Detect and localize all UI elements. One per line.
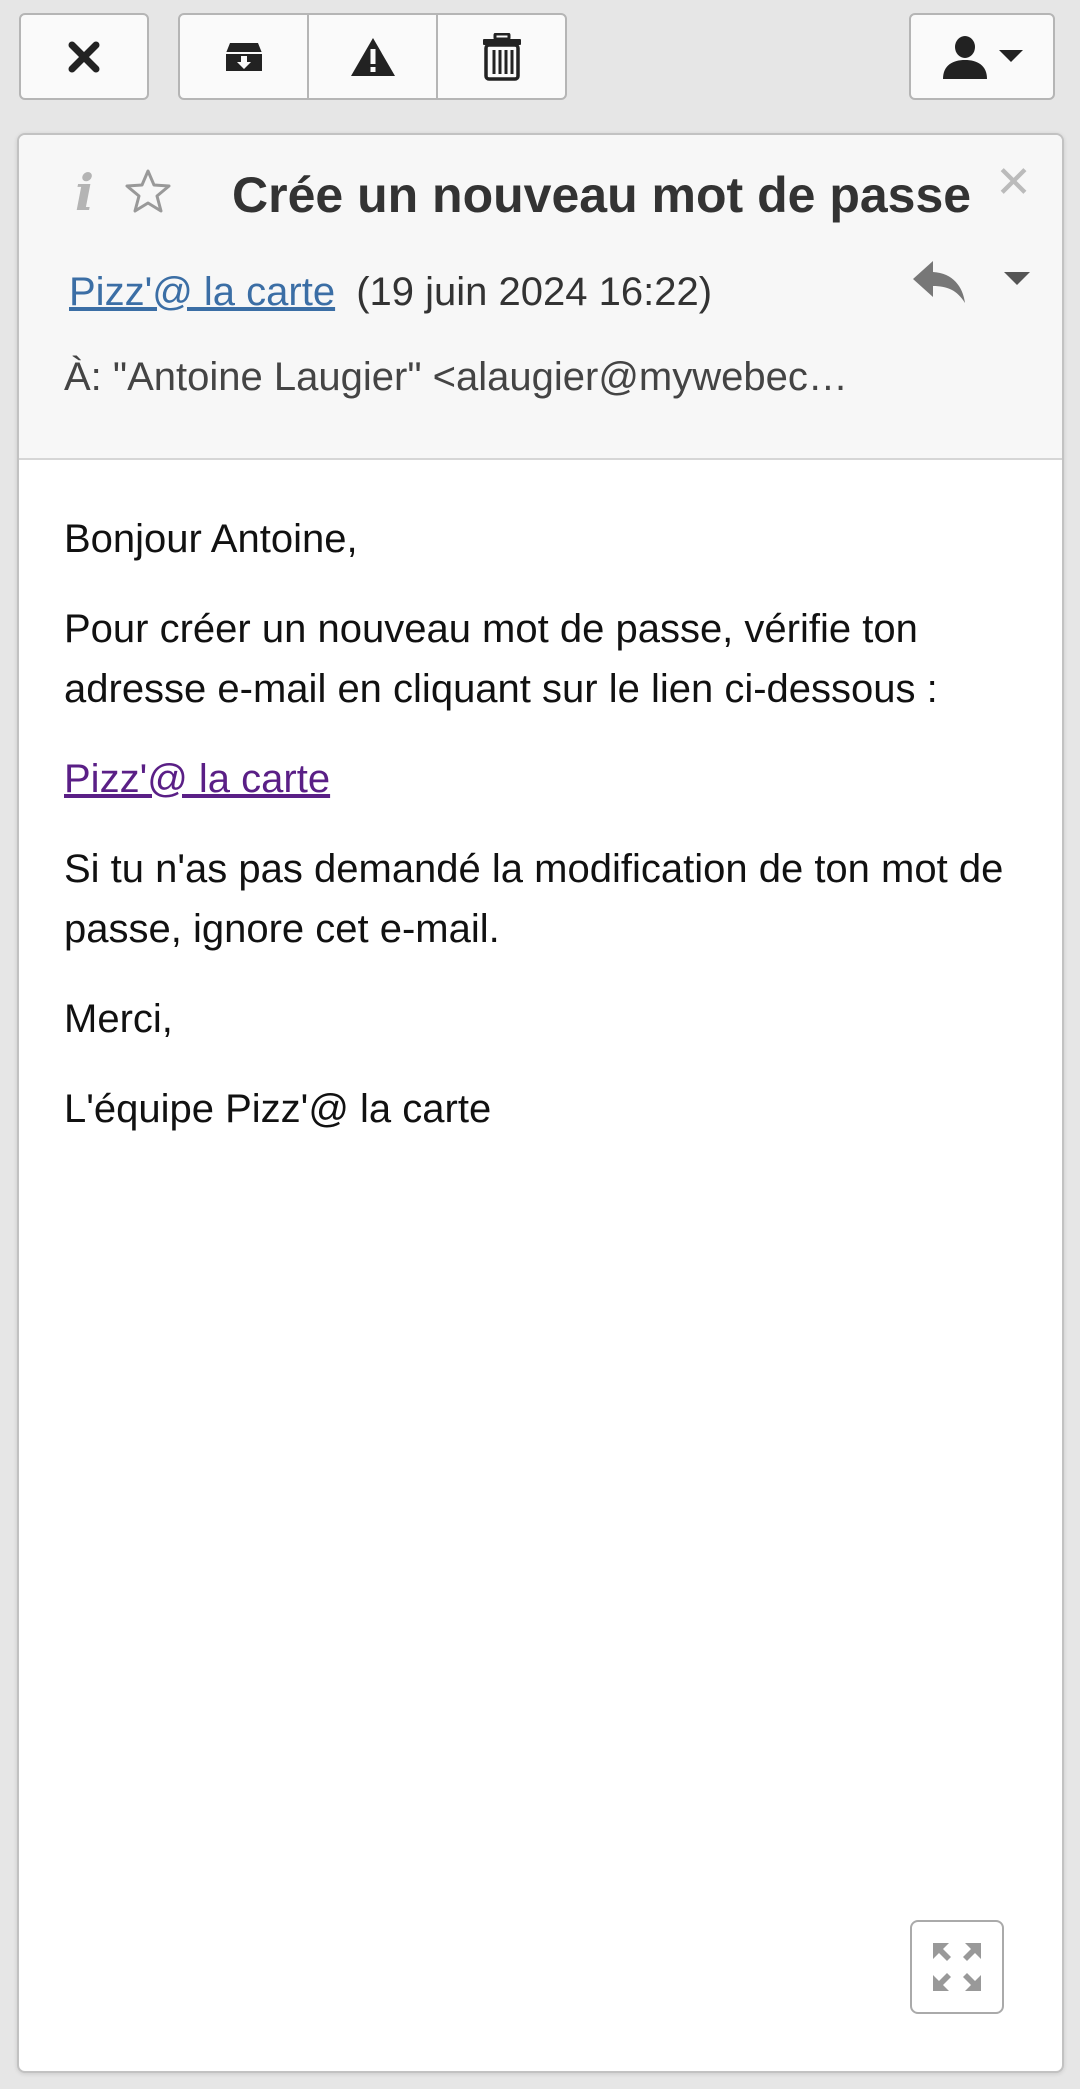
archive-button[interactable] xyxy=(180,15,309,98)
greeting: Bonjour Antoine, xyxy=(64,517,358,561)
close-button[interactable] xyxy=(19,13,149,100)
trash-icon xyxy=(482,32,521,81)
close-icon xyxy=(68,41,100,72)
star-icon[interactable] xyxy=(123,167,173,217)
more-options-icon[interactable] xyxy=(1004,272,1030,285)
close-message-icon[interactable]: ✕ xyxy=(995,157,1032,208)
warning-icon xyxy=(350,37,395,76)
closing: Merci, xyxy=(64,997,173,1041)
body-paragraph: Pour créer un nouveau mot de passe, véri… xyxy=(64,607,938,711)
message-subject: Crée un nouveau mot de passe xyxy=(232,167,972,223)
fullscreen-button[interactable] xyxy=(910,1920,1004,2014)
recipient-line: À: "Antoine Laugier" <alaugier@mywebec… xyxy=(64,355,848,399)
message-panel: i Crée un nouveau mot de passe ✕ Pizz'@ … xyxy=(17,133,1064,2073)
sender-link[interactable]: Pizz'@ la carte xyxy=(69,270,335,314)
message-body: Bonjour Antoine, Pour créer un nouveau m… xyxy=(64,509,1034,1169)
signature: L'équipe Pizz'@ la carte xyxy=(64,1087,492,1131)
account-menu-button[interactable] xyxy=(909,13,1055,100)
sender-line: Pizz'@ la carte (19 juin 2024 16:22) xyxy=(69,270,712,315)
verification-link[interactable]: Pizz'@ la carte xyxy=(64,757,330,801)
message-header: i Crée un nouveau mot de passe ✕ Pizz'@ … xyxy=(19,135,1062,460)
reply-icon[interactable] xyxy=(909,257,969,311)
message-date: (19 juin 2024 16:22) xyxy=(356,270,713,314)
info-icon[interactable]: i xyxy=(75,163,94,222)
archive-icon xyxy=(225,42,262,71)
spam-button[interactable] xyxy=(309,15,438,98)
chevron-down-icon xyxy=(999,49,1023,62)
user-icon xyxy=(943,35,987,79)
expand-icon xyxy=(933,1943,981,1991)
delete-button[interactable] xyxy=(438,15,565,98)
body-paragraph: Si tu n'as pas demandé la modification d… xyxy=(64,847,1004,951)
message-actions-group xyxy=(178,13,567,100)
